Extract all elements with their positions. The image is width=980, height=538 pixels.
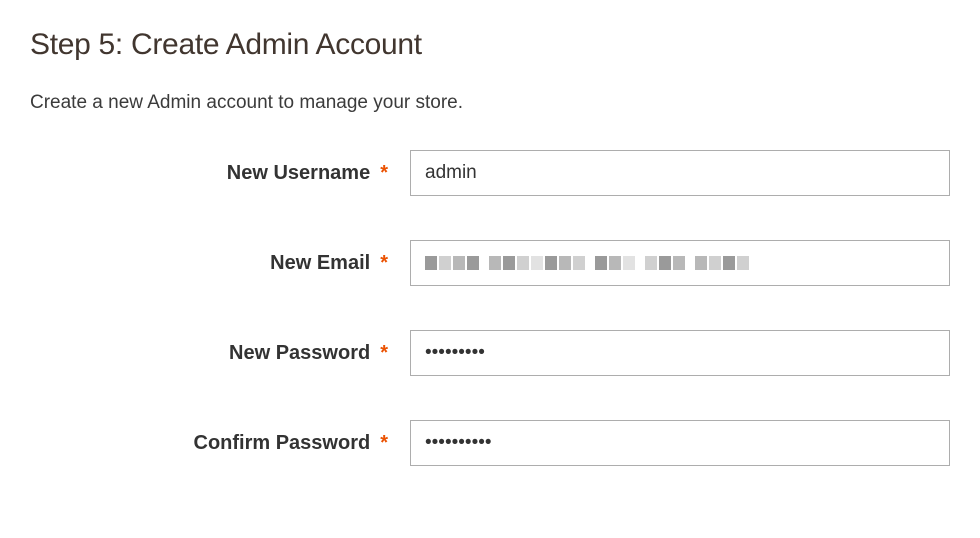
username-label-area: New Username *: [30, 162, 410, 185]
required-asterisk-icon: *: [380, 432, 388, 455]
username-input[interactable]: [410, 150, 950, 196]
email-input[interactable]: [410, 240, 950, 286]
required-asterisk-icon: *: [380, 342, 388, 365]
email-row: New Email *: [30, 240, 950, 286]
confirm-password-label-area: Confirm Password *: [30, 432, 410, 455]
required-asterisk-icon: *: [380, 162, 388, 185]
required-asterisk-icon: *: [380, 252, 388, 275]
confirm-password-input[interactable]: [410, 420, 950, 466]
page-title: Step 5: Create Admin Account: [30, 28, 950, 62]
email-label-area: New Email *: [30, 252, 410, 275]
email-input-area: [410, 240, 950, 286]
email-blurred-content: [425, 256, 749, 270]
page-description: Create a new Admin account to manage you…: [30, 92, 950, 114]
username-input-area: [410, 150, 950, 196]
username-label: New Username: [227, 162, 370, 185]
username-row: New Username *: [30, 150, 950, 196]
confirm-password-label: Confirm Password: [194, 432, 371, 455]
password-label-area: New Password *: [30, 342, 410, 365]
email-label: New Email: [270, 252, 370, 275]
confirm-password-row: Confirm Password *: [30, 420, 950, 466]
password-input[interactable]: [410, 330, 950, 376]
password-row: New Password *: [30, 330, 950, 376]
password-label: New Password: [229, 342, 370, 365]
confirm-password-input-area: [410, 420, 950, 466]
password-input-area: [410, 330, 950, 376]
